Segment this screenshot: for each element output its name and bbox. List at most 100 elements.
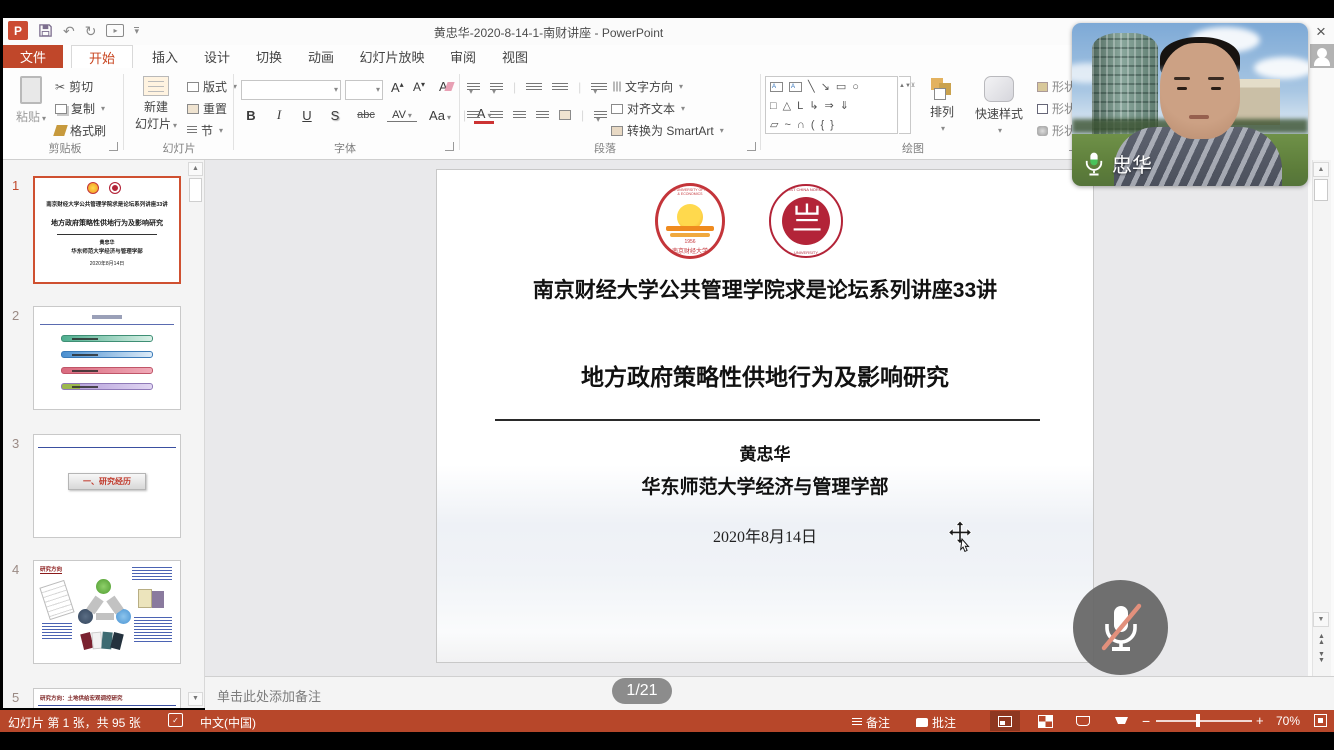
increase-indent-icon[interactable] — [552, 83, 568, 92]
line-shape-icon[interactable]: ╲ — [808, 80, 815, 93]
align-center-icon[interactable] — [490, 111, 503, 120]
align-text-button[interactable]: 对齐文本 — [611, 100, 685, 117]
line-spacing-icon[interactable] — [591, 83, 607, 92]
zoom-percentage[interactable]: 70% — [1276, 714, 1300, 728]
elbow-arrow-shape-icon[interactable]: ↳ — [809, 99, 818, 112]
zoom-slider-track[interactable] — [1156, 720, 1252, 722]
brace-left-shape-icon[interactable]: { — [820, 119, 824, 131]
tab-design[interactable]: 设计 — [193, 45, 241, 68]
reading-view-button[interactable] — [1068, 711, 1098, 731]
format-painter-button[interactable]: 格式刷 — [55, 122, 106, 139]
justify-icon[interactable] — [536, 111, 549, 120]
notes-toggle[interactable]: 备注 — [852, 714, 890, 731]
grow-font-button[interactable]: A▴ — [391, 80, 404, 95]
shrink-font-button[interactable]: A▾ — [413, 80, 425, 94]
char-spacing-button[interactable]: AV — [387, 109, 417, 122]
curve-shape-icon[interactable]: ~ — [784, 119, 790, 131]
copy-button[interactable]: 复制 — [55, 100, 105, 117]
font-size-select[interactable] — [345, 80, 383, 100]
shapes-scroll[interactable]: ▲▼⊻ — [899, 76, 911, 134]
arc-shape-icon[interactable]: ∩ — [797, 119, 805, 131]
next-slide-button[interactable]: ▼▼ — [1315, 652, 1328, 664]
tab-file[interactable]: 文件 — [3, 45, 63, 68]
clipboard-dialog-launcher[interactable] — [109, 142, 118, 151]
bullets-icon[interactable] — [467, 83, 480, 92]
rounded-rect-shape-icon[interactable]: □ — [770, 100, 777, 112]
italic-button[interactable]: I — [269, 107, 289, 123]
panel-scroll-up[interactable]: ▲ — [188, 162, 203, 176]
elbow-shape-icon[interactable]: L — [797, 100, 803, 112]
language-status[interactable]: 中文(中国) — [200, 714, 256, 731]
quick-styles-button[interactable]: 快速样式 — [971, 76, 1027, 130]
decrease-indent-icon[interactable] — [526, 83, 542, 92]
paste-button[interactable]: 粘贴 — [11, 76, 51, 125]
underline-button[interactable]: U — [297, 108, 317, 123]
new-slide-button[interactable]: 新建 幻灯片 — [131, 76, 181, 132]
section-button[interactable]: 节 — [187, 122, 223, 139]
tab-transitions[interactable]: 切换 — [245, 45, 293, 68]
slideshow-view-button[interactable] — [1106, 711, 1136, 731]
paragraph-dialog-launcher[interactable] — [747, 142, 756, 151]
font-name-select[interactable] — [241, 80, 341, 100]
scroll-up-button[interactable]: ▲ — [1313, 162, 1329, 177]
slide-thumbnail-4[interactable]: 研究方向 — [33, 560, 181, 664]
triangle-shape-icon[interactable]: △ — [783, 99, 791, 112]
notes-pane[interactable]: 单击此处添加备注 — [205, 676, 1334, 710]
smartart-button[interactable]: 转换为 SmartArt — [611, 122, 724, 139]
layout-button[interactable]: 版式 — [187, 78, 237, 95]
mute-microphone-button[interactable] — [1073, 580, 1168, 675]
arrow-shape-icon[interactable]: ↘ — [821, 80, 830, 93]
slide-thumbnail-3[interactable]: 一、研究经历 — [33, 434, 181, 538]
tab-review[interactable]: 审阅 — [439, 45, 487, 68]
text-shadow-button[interactable]: S — [325, 108, 345, 123]
zoom-slider-thumb[interactable] — [1196, 714, 1200, 727]
panel-scroll-thumb[interactable] — [189, 178, 202, 202]
participant-view-button[interactable] — [1310, 44, 1334, 68]
freeform-shape-icon[interactable]: ▱ — [770, 118, 778, 131]
tab-view[interactable]: 视图 — [491, 45, 539, 68]
close-icon[interactable]: × — [1311, 22, 1331, 42]
font-dialog-launcher[interactable] — [445, 142, 454, 151]
arrange-button[interactable]: 排列 — [921, 78, 963, 128]
tab-animations[interactable]: 动画 — [297, 45, 345, 68]
previous-slide-button[interactable]: ▲▲ — [1315, 634, 1328, 646]
scroll-down-button[interactable]: ▼ — [1313, 612, 1329, 627]
down-arrow-shape-icon[interactable]: ⇓ — [840, 99, 849, 112]
shapes-gallery[interactable]: A A ╲ ↘ ▭ ○ □ △ L ↳ ⇒ ⇓ ▱ ~ ∩ ( { } — [765, 76, 898, 134]
change-case-button[interactable]: Aa — [425, 108, 455, 123]
tab-home[interactable]: 开始 — [71, 45, 133, 68]
panel-scroll-down[interactable]: ▼ — [188, 692, 203, 706]
slide-thumbnail-5[interactable]: 研究方向：土地供给宏观调控研究 — [33, 688, 181, 708]
tab-slideshow[interactable]: 幻灯片放映 — [349, 45, 435, 68]
align-left-icon[interactable] — [467, 111, 480, 120]
slide-canvas[interactable]: NANJING UNIVERSITY OF FINANCE & ECONOMIC… — [437, 170, 1093, 662]
reset-button[interactable]: 重置 — [187, 100, 227, 117]
oval-shape-icon[interactable]: ○ — [852, 81, 859, 93]
slide-sorter-view-button[interactable] — [1030, 711, 1060, 731]
webcam-video[interactable]: 忠华 — [1072, 23, 1308, 186]
align-right-icon[interactable] — [513, 111, 526, 120]
comments-toggle[interactable]: 批注 — [916, 714, 956, 731]
fit-to-window-icon[interactable] — [1314, 714, 1327, 727]
zoom-out-button[interactable]: − — [1142, 713, 1150, 729]
normal-view-button[interactable] — [990, 711, 1020, 731]
brace-right-shape-icon[interactable]: } — [830, 119, 834, 131]
bold-button[interactable]: B — [241, 108, 261, 123]
slide-thumbnail-2[interactable] — [33, 306, 181, 410]
text-columns-icon[interactable] — [594, 111, 607, 120]
spellcheck-icon[interactable]: ✓ — [168, 713, 183, 727]
numbering-icon[interactable] — [490, 83, 503, 92]
rectangle-shape-icon[interactable]: ▭ — [836, 80, 846, 93]
zoom-in-button[interactable]: + — [1256, 713, 1264, 728]
clear-formatting-button[interactable]: A — [439, 79, 453, 94]
slide-thumbnail-1[interactable]: 南京财经大学公共管理学院求是论坛系列讲座33讲 地方政府策略性供地行为及影响研究… — [33, 176, 181, 284]
vertical-textbox-icon[interactable]: A — [789, 82, 802, 92]
notes-placeholder[interactable]: 单击此处添加备注 — [217, 686, 321, 705]
vertical-scrollbar[interactable] — [1312, 160, 1331, 676]
text-direction-button[interactable]: 文字方向 — [611, 78, 683, 95]
strikethrough-button[interactable]: abc — [353, 109, 379, 121]
cut-button[interactable]: ✂ 剪切 — [55, 78, 93, 95]
right-arrow-shape-icon[interactable]: ⇒ — [824, 99, 833, 112]
tab-insert[interactable]: 插入 — [141, 45, 189, 68]
scrollbar-thumb[interactable] — [1314, 179, 1328, 201]
